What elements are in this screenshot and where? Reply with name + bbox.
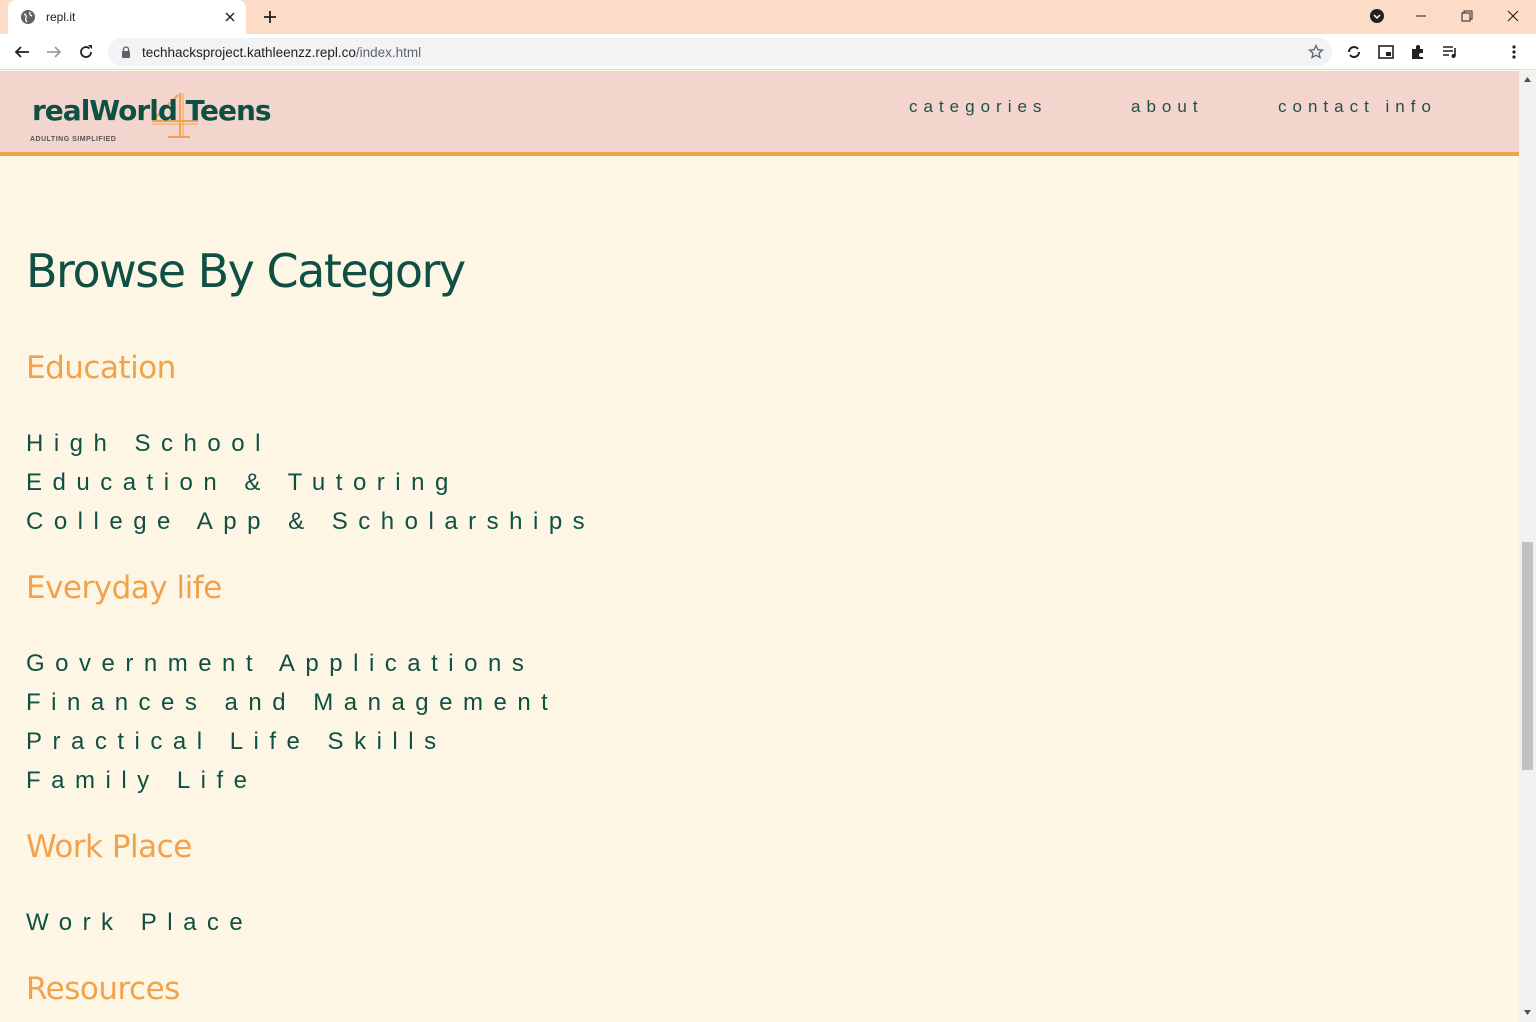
site-header: realWorld Teens ADULTING SIMPLIFIED cate… — [0, 71, 1519, 156]
browser-tab-strip: repl.it — [0, 0, 1536, 34]
category-link[interactable]: Practical Life Skills — [26, 727, 447, 757]
category-heading-work-place: Work Place — [26, 829, 192, 865]
scroll-thumb[interactable] — [1522, 542, 1533, 770]
address-bar[interactable]: techhacksproject.kathleenzz.repl.co/inde… — [108, 38, 1332, 66]
restore-icon[interactable] — [1455, 4, 1479, 28]
scroll-down-icon[interactable] — [1523, 1008, 1532, 1017]
browser-menu-icon[interactable] — [1505, 43, 1523, 61]
close-window-icon[interactable] — [1501, 4, 1525, 28]
tab-title: repl.it — [46, 10, 76, 24]
bookmark-star-icon[interactable] — [1308, 44, 1324, 60]
logo-text: realWorld Teens — [32, 94, 272, 127]
category-link[interactable]: Education & Tutoring — [26, 468, 459, 498]
site-logo[interactable]: realWorld Teens ADULTING SIMPLIFIED — [30, 93, 290, 147]
category-link[interactable]: Family Life — [26, 766, 258, 796]
category-link[interactable]: High School — [26, 429, 271, 459]
nav-contact-info[interactable]: contact info — [1278, 97, 1437, 117]
url-path: /index.html — [355, 44, 422, 60]
close-tab-icon[interactable] — [222, 9, 238, 25]
extensions-puzzle-icon[interactable] — [1409, 43, 1427, 61]
page-scrollbar[interactable] — [1519, 71, 1536, 1022]
nav-categories[interactable]: categories — [909, 97, 1047, 117]
category-link[interactable]: College App & Scholarships — [26, 507, 595, 537]
minimize-icon[interactable] — [1409, 4, 1433, 28]
page-title: Browse By Category — [26, 244, 466, 298]
picture-in-picture-icon[interactable] — [1377, 43, 1395, 61]
new-tab-icon[interactable] — [260, 7, 280, 27]
category-heading-everyday-life: Everyday life — [26, 570, 222, 606]
reload-icon[interactable] — [76, 42, 96, 62]
category-heading-resources: Resources — [26, 971, 180, 1007]
logo-tagline: ADULTING SIMPLIFIED — [30, 136, 117, 143]
back-icon[interactable] — [12, 42, 32, 62]
sync-extension-icon[interactable] — [1345, 43, 1363, 61]
globe-icon — [21, 10, 35, 24]
category-link[interactable]: Work Place — [26, 908, 253, 938]
page-viewport: realWorld Teens ADULTING SIMPLIFIED cate… — [0, 71, 1519, 1022]
category-heading-education: Education — [26, 350, 176, 386]
browser-tab[interactable]: repl.it — [8, 0, 246, 34]
tab-search-icon[interactable] — [1365, 4, 1389, 28]
forward-icon[interactable] — [44, 42, 64, 62]
nav-about[interactable]: about — [1131, 97, 1204, 117]
scroll-up-icon[interactable] — [1523, 75, 1532, 84]
url-host: techhacksproject.kathleenzz.repl.co — [142, 44, 356, 60]
lock-icon — [122, 46, 130, 58]
category-link[interactable]: Finances and Management — [26, 688, 558, 718]
media-queue-icon[interactable] — [1441, 43, 1459, 61]
browser-toolbar: techhacksproject.kathleenzz.repl.co/inde… — [0, 34, 1536, 70]
category-link[interactable]: Government Applications — [26, 649, 534, 679]
